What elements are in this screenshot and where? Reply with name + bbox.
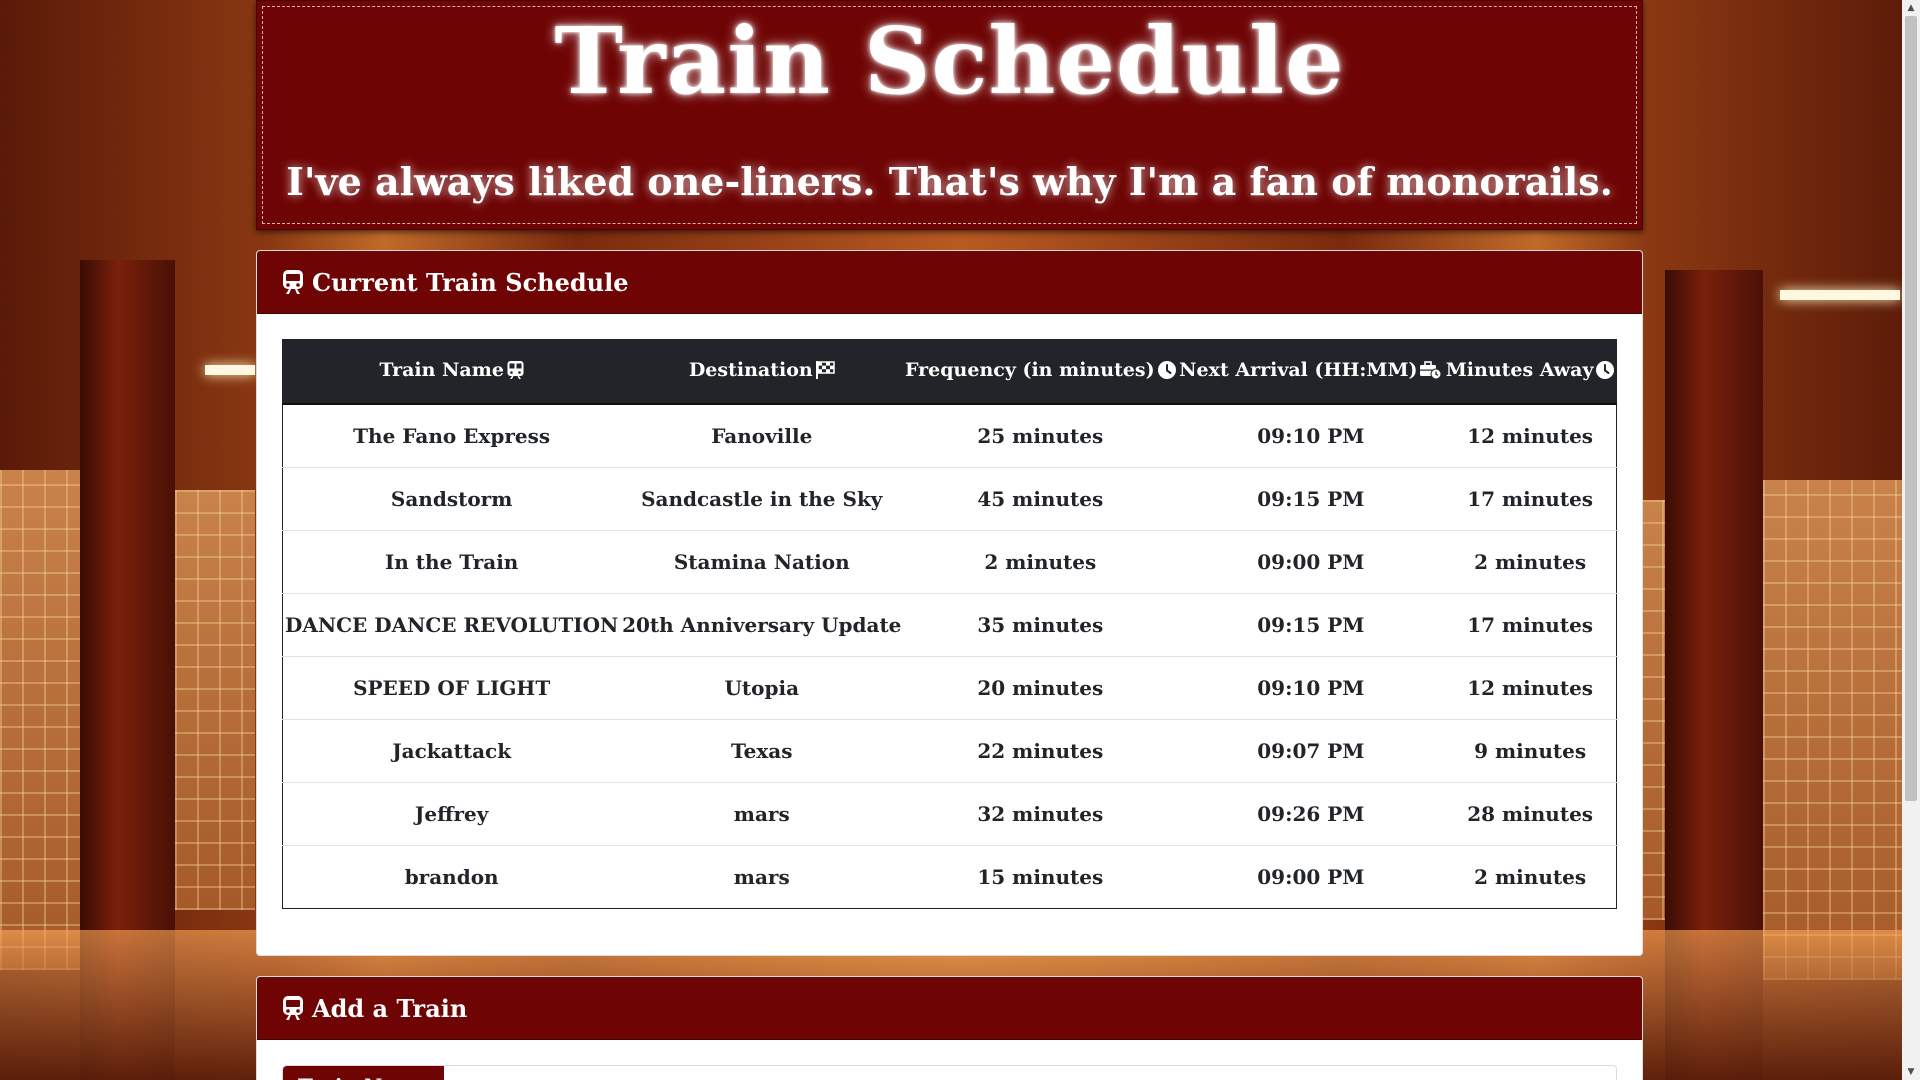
cell-minutes-away: 17 minutes: [1444, 467, 1617, 531]
column-header-destination: Destination: [620, 339, 904, 405]
train-schedule-table: Train Name Destination Frequency (in min…: [282, 339, 1617, 909]
column-label: Next Arrival (HH:MM): [1179, 359, 1418, 381]
scrollbar-thumb[interactable]: [1905, 16, 1917, 801]
train-name-label: Train Name: [283, 1066, 445, 1080]
main-container: Train Schedule I've always liked one-lin…: [256, 0, 1643, 1080]
column-label: Minutes Away: [1445, 359, 1594, 381]
cell-destination: Sandcastle in the Sky: [620, 467, 904, 531]
table-row: DANCE DANCE REVOLUTION 20th Anniversary …: [282, 593, 1617, 657]
cell-frequency: 15 minutes: [903, 845, 1178, 909]
cell-frequency: 32 minutes: [903, 782, 1178, 846]
column-label: Destination: [688, 359, 813, 381]
header-dashed-border: Train Schedule I've always liked one-lin…: [262, 6, 1637, 224]
cell-frequency: 20 minutes: [903, 656, 1178, 720]
train-icon: [282, 270, 304, 294]
add-train-panel-heading: Add a Train: [257, 977, 1642, 1040]
train-name-input-group: Train Name: [282, 1065, 1617, 1080]
column-header-frequency: Frequency (in minutes): [903, 339, 1178, 405]
background-tile-wall: [1640, 500, 1665, 920]
background-tile-wall: [1763, 480, 1903, 980]
header-jumbotron: Train Schedule I've always liked one-lin…: [256, 0, 1643, 230]
table-header-row: Train Name Destination Frequency (in min…: [282, 339, 1617, 405]
cell-minutes-away: 2 minutes: [1444, 530, 1617, 594]
cell-minutes-away: 12 minutes: [1444, 403, 1617, 468]
table-row: Jeffrey mars 32 minutes 09:26 PM 28 minu…: [282, 782, 1617, 846]
clock-icon: [1157, 361, 1176, 384]
clock-icon: [1596, 361, 1615, 384]
add-train-panel-title: Add a Train: [312, 993, 468, 1023]
cell-next-arrival: 09:15 PM: [1177, 593, 1445, 657]
cell-frequency: 45 minutes: [903, 467, 1178, 531]
table-row: brandon mars 15 minutes 09:00 PM 2 minut…: [282, 845, 1617, 909]
cell-destination: Utopia: [620, 656, 904, 720]
page-scrollbar[interactable]: ▲ ▼: [1902, 0, 1920, 1080]
schedule-panel: Current Train Schedule Train Name Destin…: [256, 250, 1643, 956]
cell-frequency: 22 minutes: [903, 719, 1178, 783]
cell-train-name: In the Train: [282, 530, 621, 594]
table-row: Sandstorm Sandcastle in the Sky 45 minut…: [282, 467, 1617, 531]
subway-icon: [507, 361, 524, 384]
cell-train-name: The Fano Express: [282, 403, 621, 468]
cell-next-arrival: 09:00 PM: [1177, 530, 1445, 594]
table-row: The Fano Express Fanoville 25 minutes 09…: [282, 403, 1617, 468]
cell-next-arrival: 09:15 PM: [1177, 467, 1445, 531]
cell-destination: Fanoville: [620, 403, 904, 468]
background-light: [205, 365, 255, 375]
cell-next-arrival: 09:07 PM: [1177, 719, 1445, 783]
cell-destination: 20th Anniversary Update: [620, 593, 904, 657]
column-header-train-name: Train Name: [282, 339, 621, 405]
cell-destination: mars: [620, 845, 904, 909]
column-header-minutes-away: Minutes Away: [1444, 339, 1617, 405]
schedule-panel-title: Current Train Schedule: [312, 267, 629, 297]
background-tile-wall: [0, 470, 80, 970]
cell-next-arrival: 09:10 PM: [1177, 403, 1445, 468]
cell-train-name: SPEED OF LIGHT: [282, 656, 621, 720]
cell-frequency: 2 minutes: [903, 530, 1178, 594]
scroll-up-arrow-icon[interactable]: ▲: [1902, 0, 1920, 16]
add-train-panel-body: Train Name: [257, 1040, 1642, 1080]
cell-minutes-away: 9 minutes: [1444, 719, 1617, 783]
business-time-icon: [1420, 361, 1442, 384]
column-label: Frequency (in minutes): [905, 359, 1155, 381]
cell-train-name: brandon: [282, 845, 621, 909]
column-header-next-arrival: Next Arrival (HH:MM): [1177, 339, 1445, 405]
schedule-panel-body: Train Name Destination Frequency (in min…: [257, 314, 1642, 955]
cell-destination: Texas: [620, 719, 904, 783]
flag-checkered-icon: [815, 361, 835, 384]
cell-train-name: Jackattack: [282, 719, 621, 783]
add-train-panel: Add a Train Train Name: [256, 976, 1643, 1080]
cell-next-arrival: 09:26 PM: [1177, 782, 1445, 846]
column-label: Train Name: [379, 359, 504, 381]
cell-minutes-away: 28 minutes: [1444, 782, 1617, 846]
cell-destination: Stamina Nation: [620, 530, 904, 594]
table-row: Jackattack Texas 22 minutes 09:07 PM 9 m…: [282, 719, 1617, 783]
cell-next-arrival: 09:10 PM: [1177, 656, 1445, 720]
schedule-panel-heading: Current Train Schedule: [257, 251, 1642, 314]
page-subtitle: I've always liked one-liners. That's why…: [286, 159, 1613, 204]
cell-minutes-away: 17 minutes: [1444, 593, 1617, 657]
scroll-down-arrow-icon[interactable]: ▼: [1902, 1064, 1920, 1080]
table-row: In the Train Stamina Nation 2 minutes 09…: [282, 530, 1617, 594]
cell-train-name: Sandstorm: [282, 467, 621, 531]
background-light: [1780, 290, 1900, 300]
table-row: SPEED OF LIGHT Utopia 20 minutes 09:10 P…: [282, 656, 1617, 720]
cell-minutes-away: 12 minutes: [1444, 656, 1617, 720]
train-icon: [282, 996, 304, 1020]
cell-train-name: Jeffrey: [282, 782, 621, 846]
cell-next-arrival: 09:00 PM: [1177, 845, 1445, 909]
cell-minutes-away: 2 minutes: [1444, 845, 1617, 909]
page-title: Train Schedule: [554, 7, 1345, 115]
cell-train-name: DANCE DANCE REVOLUTION: [282, 593, 621, 657]
cell-frequency: 35 minutes: [903, 593, 1178, 657]
cell-destination: mars: [620, 782, 904, 846]
cell-frequency: 25 minutes: [903, 403, 1178, 468]
background-tile-wall: [175, 490, 255, 910]
